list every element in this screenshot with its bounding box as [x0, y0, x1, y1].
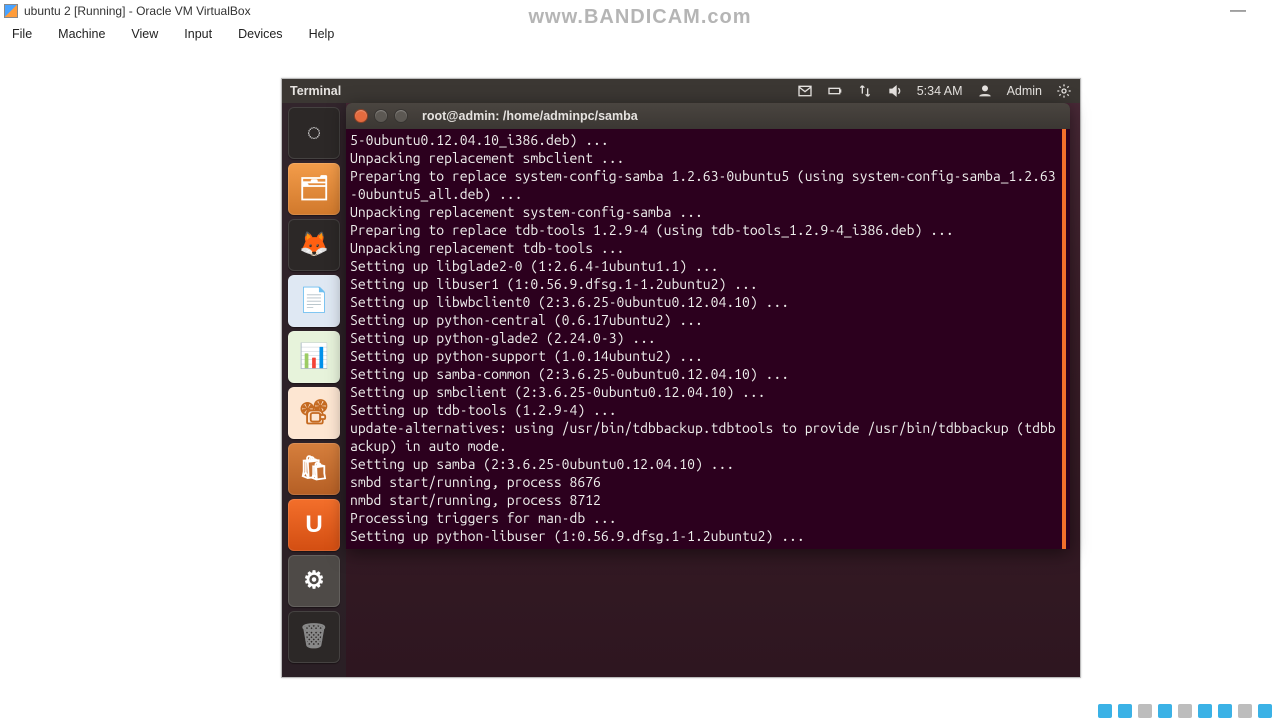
unity-launcher: ◌ 🗂 🦊 📄 📊 📽 🛍 U ⚙ 🗑	[282, 103, 346, 677]
window-close-button[interactable]	[354, 109, 368, 123]
menu-help[interactable]: Help	[305, 25, 339, 43]
launcher-firefox[interactable]: 🦊	[288, 219, 340, 271]
panel-time[interactable]: 5:34 AM	[917, 84, 963, 98]
user-icon	[977, 83, 993, 99]
status-host-key-icon[interactable]	[1258, 704, 1272, 718]
sound-icon[interactable]	[887, 83, 903, 99]
launcher-libreoffice-impress[interactable]: 📽	[288, 387, 340, 439]
launcher-ubuntu-one[interactable]: U	[288, 499, 340, 551]
panel-app-title: Terminal	[290, 84, 341, 98]
status-network-icon[interactable]	[1158, 704, 1172, 718]
menu-machine[interactable]: Machine	[54, 25, 109, 43]
launcher-libreoffice-calc[interactable]: 📊	[288, 331, 340, 383]
status-optical-icon[interactable]	[1118, 704, 1132, 718]
gear-icon[interactable]	[1056, 83, 1072, 99]
window-maximize-button[interactable]	[394, 109, 408, 123]
menu-view[interactable]: View	[127, 25, 162, 43]
host-window-title: ubuntu 2 [Running] - Oracle VM VirtualBo…	[24, 4, 251, 18]
status-usb-icon[interactable]	[1178, 704, 1192, 718]
menu-devices[interactable]: Devices	[234, 25, 286, 43]
ubuntu-top-panel: Terminal 5:34 AM Admin	[282, 79, 1080, 103]
terminal-body[interactable]: 5-0ubuntu0.12.04.10_i386.deb) ... Unpack…	[346, 129, 1066, 549]
launcher-files[interactable]: 🗂	[288, 163, 340, 215]
bandicam-watermark: www.BANDICAM.com	[528, 6, 751, 29]
launcher-dash[interactable]: ◌	[288, 107, 340, 159]
launcher-libreoffice-writer[interactable]: 📄	[288, 275, 340, 327]
launcher-trash[interactable]: 🗑	[288, 611, 340, 663]
menu-input[interactable]: Input	[180, 25, 216, 43]
status-recording-icon[interactable]	[1238, 704, 1252, 718]
terminal-window: root@admin: /home/adminpc/samba 5-0ubunt…	[346, 103, 1070, 549]
status-display-icon[interactable]	[1218, 704, 1232, 718]
menu-file[interactable]: File	[8, 25, 36, 43]
terminal-title: root@admin: /home/adminpc/samba	[422, 109, 638, 123]
window-minimize-button[interactable]	[374, 109, 388, 123]
host-window-minimize-button[interactable]: —	[1224, 2, 1252, 20]
panel-user[interactable]: Admin	[1007, 84, 1042, 98]
mail-icon[interactable]	[797, 83, 813, 99]
launcher-system-settings[interactable]: ⚙	[288, 555, 340, 607]
virtualbox-icon	[4, 4, 18, 18]
status-hard-disk-icon[interactable]	[1098, 704, 1112, 718]
terminal-titlebar[interactable]: root@admin: /home/adminpc/samba	[346, 103, 1070, 129]
battery-icon[interactable]	[827, 83, 843, 99]
status-audio-icon[interactable]	[1138, 704, 1152, 718]
network-icon[interactable]	[857, 83, 873, 99]
status-shared-folders-icon[interactable]	[1198, 704, 1212, 718]
guest-vm-display[interactable]: Terminal 5:34 AM Admin	[281, 78, 1081, 678]
launcher-software-center[interactable]: 🛍	[288, 443, 340, 495]
virtualbox-statusbar	[0, 702, 1280, 720]
